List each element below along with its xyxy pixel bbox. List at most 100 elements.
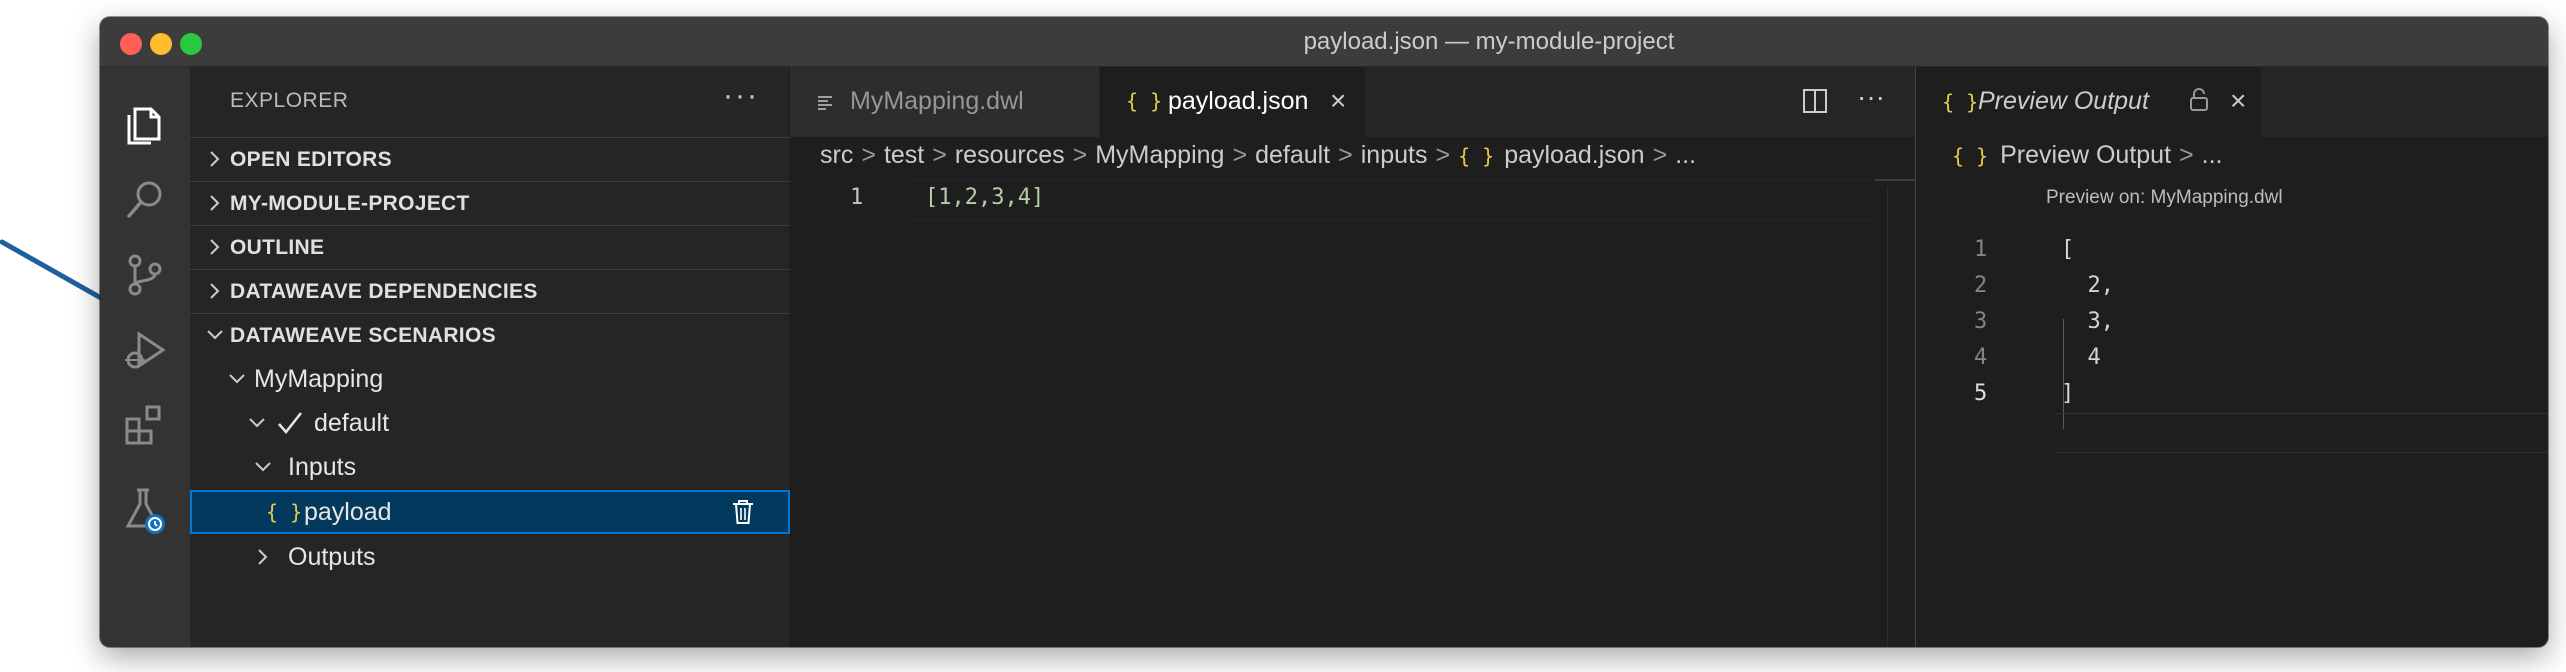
breadcrumb-separator: > <box>1652 141 1668 169</box>
breadcrumb-item[interactable]: default <box>1255 141 1330 169</box>
code-text: 3, <box>2061 309 2114 334</box>
breadcrumb-separator: > <box>1072 141 1088 169</box>
tree-item-inputs[interactable]: Inputs <box>190 445 790 489</box>
section-dataweave-dependencies[interactable]: DATAWEAVE DEPENDENCIES <box>190 269 790 313</box>
tab-label: payload.json <box>1168 87 1309 115</box>
code-line: 4 4 <box>1916 345 2548 381</box>
preview-tab-bar: { } Preview Output × <box>1916 67 2548 137</box>
tab-label: Preview Output <box>1978 87 2149 115</box>
more-actions-icon[interactable]: ··· <box>1857 81 1885 115</box>
tab-label: MyMapping.dwl <box>850 87 1024 115</box>
tree-item-label: Inputs <box>288 453 357 481</box>
breadcrumb-item[interactable]: Preview Output <box>2000 141 2171 169</box>
extensions-icon[interactable] <box>115 395 175 455</box>
breadcrumb-item[interactable]: test <box>884 141 924 169</box>
code-line[interactable]: 1 [1,2,3,4] <box>790 185 1915 221</box>
search-icon[interactable] <box>115 170 175 230</box>
line-number: 3 <box>1974 309 1988 334</box>
tab-preview-output[interactable]: { } Preview Output × <box>1916 67 2261 137</box>
breadcrumb-separator: > <box>861 141 876 169</box>
line-number: 4 <box>1974 345 1988 370</box>
breadcrumb: src > test > resources > MyMapping > default > inp… <box>820 141 1696 170</box>
chevron-down-icon <box>229 374 245 384</box>
tree-item-label: default <box>314 409 390 437</box>
testing-flask-icon[interactable] <box>115 480 175 540</box>
minimap[interactable] <box>1875 179 1915 181</box>
chevron-right-icon <box>258 549 268 565</box>
code-text: 4 <box>2061 345 2101 370</box>
split-editor-icon[interactable] <box>1801 87 1829 115</box>
window-title: payload.json — my-module-project <box>1303 28 1675 55</box>
breadcrumb-separator: > <box>1338 141 1353 169</box>
chevron-right-icon <box>210 151 220 167</box>
source-control-icon[interactable] <box>115 245 175 305</box>
explorer-title: EXPLORER <box>230 89 349 112</box>
section-dataweave-scenarios[interactable]: DATAWEAVE SCENARIOS <box>190 313 790 357</box>
breadcrumb-item[interactable]: src <box>820 141 853 169</box>
lines-icon <box>818 96 832 110</box>
section-outline[interactable]: OUTLINE <box>190 225 790 269</box>
tree-item-label: MyMapping <box>254 365 384 393</box>
preview-breadcrumb: { } Preview Output >... <box>1952 141 2223 170</box>
code-line: 3 3, <box>1916 309 2548 345</box>
tab-payload-json[interactable]: { } payload.json × <box>1100 67 1365 137</box>
tree-item-default[interactable]: default <box>190 401 790 445</box>
breadcrumb-item[interactable]: ... <box>2202 141 2223 169</box>
editor-tab-bar: MyMapping.dwl { } payload.json × ··· <box>790 67 1915 137</box>
trash-icon[interactable] <box>730 498 756 526</box>
chevron-right-icon <box>210 195 220 211</box>
close-tab-icon[interactable]: × <box>2230 85 2246 117</box>
breadcrumb-item[interactable]: inputs <box>1361 141 1428 169</box>
code-line: 1 [ <box>1916 237 2548 273</box>
vscode-window: payload.json — my-module-project EXPLORE… <box>100 17 2548 647</box>
code-text: 2, <box>2061 273 2114 298</box>
editor-scrollbar[interactable] <box>1887 187 1915 647</box>
breadcrumb-separator: > <box>1232 141 1248 169</box>
tree-item-label: payload <box>304 498 392 526</box>
section-open-editors[interactable]: OPEN EDITORS <box>190 137 790 181</box>
tab-mymapping-dwl[interactable]: MyMapping.dwl <box>790 67 1100 137</box>
explorer-header: EXPLORER ··· <box>190 67 789 137</box>
line-number: 1 <box>850 185 864 210</box>
more-actions-icon[interactable]: ··· <box>723 79 759 113</box>
section-label: DATAWEAVE SCENARIOS <box>230 324 496 347</box>
explorer-icon[interactable] <box>115 95 175 155</box>
check-icon <box>278 412 302 434</box>
tree-item-label: Outputs <box>288 543 376 571</box>
section-my-module-project[interactable]: MY-MODULE-PROJECT <box>190 181 790 225</box>
preview-on-label: Preview on: MyMapping.dwl <box>2046 187 2283 208</box>
tree-item-outputs[interactable]: Outputs <box>190 535 790 579</box>
breadcrumb-item[interactable]: payload.json <box>1504 141 1644 169</box>
json-braces-icon: { } <box>266 500 303 524</box>
editor-area: MyMapping.dwl { } payload.json × ··· src… <box>790 67 1915 647</box>
json-braces-icon: { } <box>1952 144 1989 168</box>
code-text: ] <box>2061 381 2075 406</box>
preview-output-panel: { } Preview Output × { } Preview Output >.… <box>1915 67 2548 647</box>
lock-icon[interactable] <box>2188 87 2210 113</box>
title-bar: payload.json — my-module-project <box>100 17 2548 67</box>
breadcrumb-item[interactable]: ... <box>1675 141 1696 169</box>
section-label: DATAWEAVE DEPENDENCIES <box>230 280 538 303</box>
json-braces-icon: { } <box>1942 90 1979 114</box>
chevron-right-icon <box>210 239 220 255</box>
code-line: 5 ] <box>1916 381 2548 417</box>
run-debug-icon[interactable] <box>115 320 175 380</box>
breadcrumb-item[interactable]: MyMapping <box>1095 141 1224 169</box>
chevron-down-icon <box>207 330 223 340</box>
tree-item-payload[interactable]: { } payload <box>190 490 790 534</box>
code-line: 2 2, <box>1916 273 2548 309</box>
chevron-down-icon <box>255 462 271 472</box>
json-braces-icon: { } <box>1126 89 1163 113</box>
breadcrumb-item[interactable]: resources <box>955 141 1065 169</box>
section-label: OPEN EDITORS <box>230 148 392 171</box>
section-label: OUTLINE <box>230 236 325 259</box>
code-text: [ <box>2061 237 2075 262</box>
tree-item-mymapping[interactable]: MyMapping <box>190 357 790 401</box>
activity-bar <box>100 67 190 647</box>
line-number: 2 <box>1974 273 1988 298</box>
close-tab-icon[interactable]: × <box>1330 85 1346 117</box>
json-braces-icon: { } <box>1458 144 1495 168</box>
code-text[interactable]: [1,2,3,4] <box>925 185 1044 210</box>
chevron-right-icon <box>210 283 220 299</box>
breadcrumb-separator: > <box>1435 141 1451 169</box>
